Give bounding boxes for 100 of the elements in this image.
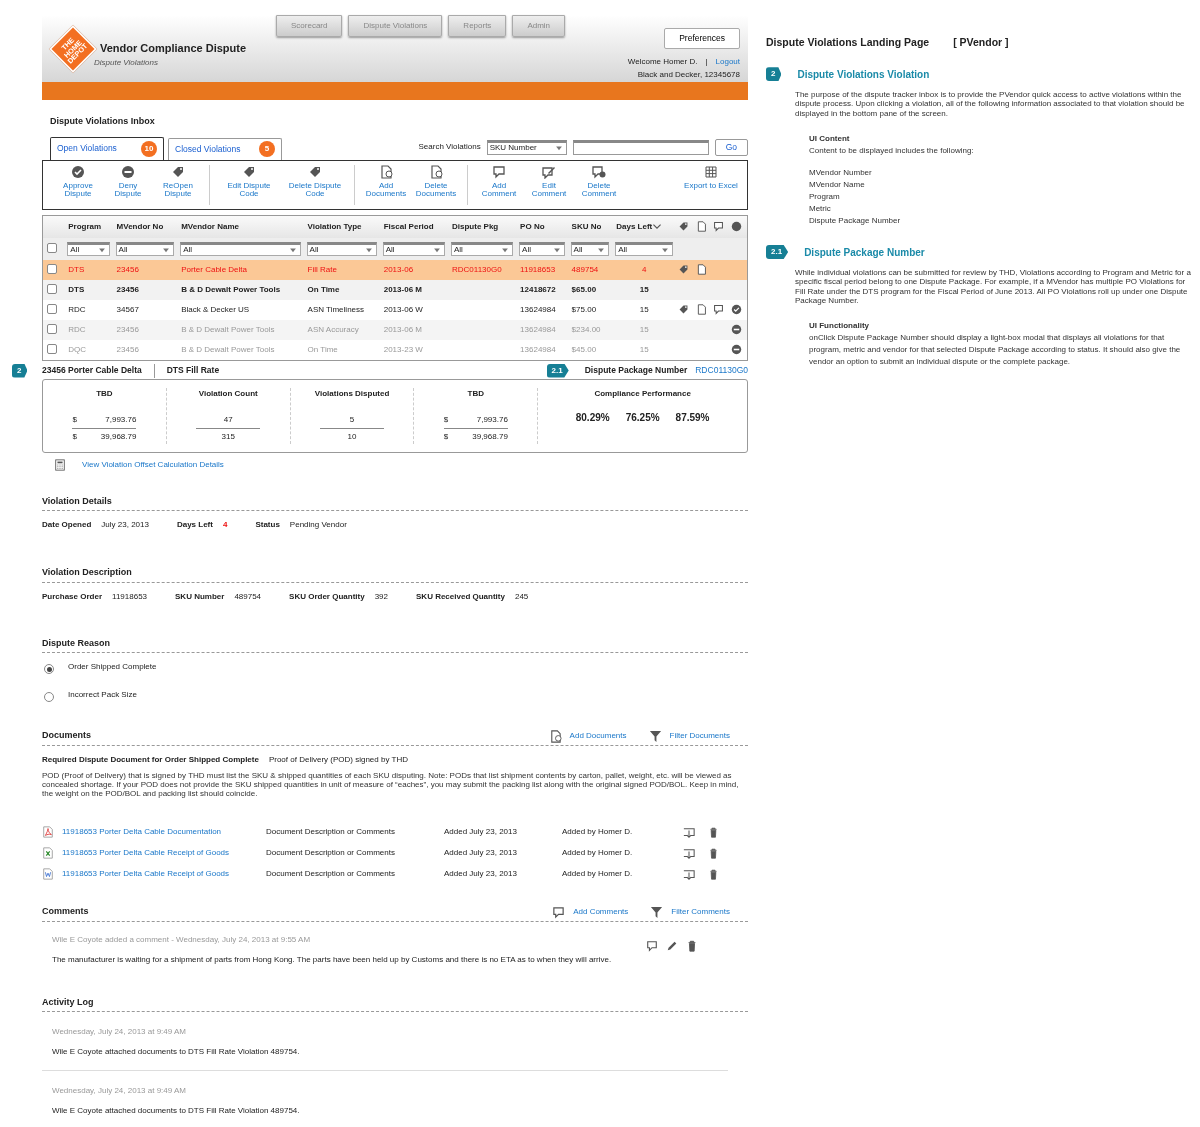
- minus-circle-icon: [121, 164, 135, 179]
- column-header: SKU No: [571, 221, 602, 231]
- nav-tab[interactable]: Reports: [448, 15, 507, 37]
- percentage-value: 76.25%: [625, 410, 660, 425]
- toolbar-button[interactable]: Delete Comment: [576, 164, 622, 205]
- toolbar-button[interactable]: Add Comment: [476, 164, 522, 205]
- table-cell: Fill Rate: [307, 264, 337, 274]
- tag-icon: [678, 220, 690, 232]
- table-cell: DTS: [68, 264, 85, 274]
- marker-badge: 2.1: [766, 245, 789, 260]
- filter-select[interactable]: All: [115, 241, 175, 256]
- filter-icon: [650, 905, 664, 919]
- filter-select[interactable]: All: [519, 241, 565, 256]
- radio-button[interactable]: [44, 692, 54, 702]
- table-cell: 13624984: [520, 344, 556, 354]
- table-cell: $45.00: [571, 344, 597, 354]
- field-value: 245: [514, 591, 529, 601]
- action-link[interactable]: Filter Documents: [648, 729, 730, 743]
- table-cell: DQC: [68, 344, 87, 354]
- document-link[interactable]: 11918653 Porter Delta Cable Receipt of Goods: [62, 847, 260, 860]
- logout-link[interactable]: Logout: [715, 55, 740, 68]
- action-link[interactable]: Add Comments: [552, 905, 629, 919]
- comment-meta: Wile E Coyote added a comment - Wednesday, July 24, 2013 at 9:55 AM: [52, 933, 312, 946]
- comment-icon: [646, 940, 658, 953]
- table-cell: 23456: [116, 324, 139, 334]
- nav-tab[interactable]: Admin: [512, 15, 566, 37]
- comment-pencil-icon: [542, 164, 556, 179]
- note-text: onClick Dispute Package Number should display a light-box modal that displays all violations for that program, metric and vendor for that selected Dispute Package according to status. It should also give the vendor an option to submit an individual dispute or the complete package.: [809, 331, 1182, 368]
- field-label: Days Left: [176, 520, 213, 529]
- column-header: Dispute Pkg: [452, 221, 499, 231]
- comment-icon: [713, 220, 725, 232]
- package-link[interactable]: RDC01130G0: [695, 364, 748, 377]
- section-title: Documents: [42, 729, 91, 742]
- note-paragraph: While individual violations can be submitted for review by THD, Violations according to Program and Metric for a specific fiscal period belong to one Dispute Package. For example, if a MVendor has multiple PO Violations for Fill Rate under the DTS program for the Fiscal Period of June 2013. All PO Violations roll up under one Dispute Package Number.: [795, 267, 1191, 306]
- radio-button[interactable]: [44, 664, 54, 674]
- violations-tab[interactable]: Closed Violations 5: [168, 137, 282, 160]
- toolbar-button[interactable]: Add Documents: [363, 164, 409, 205]
- separator-text: |: [705, 55, 708, 68]
- search-type-select[interactable]: SKU Number: [486, 139, 567, 155]
- column-header: Fiscal Period: [383, 221, 434, 231]
- filter-select[interactable]: All: [615, 241, 674, 256]
- toolbar-button[interactable]: Edit Dispute Code: [218, 164, 280, 205]
- tag-icon: [242, 164, 256, 179]
- column-header: Violation Type: [307, 221, 362, 231]
- document-author: Added by Homer D.: [562, 847, 634, 860]
- calculation-link[interactable]: View Violation Offset Calculation Details: [82, 458, 224, 471]
- toolbar-button[interactable]: Edit Comment: [526, 164, 572, 205]
- checkbox[interactable]: [47, 324, 57, 335]
- summary-value: 7,993.76: [476, 413, 508, 426]
- column-header: Days Left: [616, 221, 653, 231]
- toolbar-button[interactable]: Deny Dispute: [105, 164, 151, 205]
- section-title: Activity Log: [42, 995, 94, 1009]
- nav-tab[interactable]: Scorecard: [276, 15, 343, 37]
- toolbar-button[interactable]: Delete Dispute Code: [284, 164, 346, 205]
- note-paragraph: The purpose of the dispute tracker inbox is to provide the PVendor quick access to active violations within the dispute process. Upon clicking a violation, all of the following information associated to that violation should be displayed in the bottom pane of the screen.: [795, 89, 1186, 119]
- preferences-button[interactable]: Preferences: [664, 28, 740, 49]
- filter-select[interactable]: All: [382, 241, 445, 256]
- filter-select[interactable]: All: [451, 241, 514, 256]
- marker-badge: 2: [766, 67, 782, 82]
- search-field[interactable]: [572, 139, 709, 155]
- app-subtitle: Dispute Violations: [94, 56, 159, 69]
- column-header: MVendor No: [116, 221, 164, 231]
- summary-title: Violation Count: [198, 387, 258, 400]
- document-link[interactable]: 11918653 Porter Delta Cable Documentation: [62, 826, 260, 839]
- filter-select[interactable]: All: [306, 241, 377, 256]
- note-subheading: UI Functionality: [809, 319, 870, 332]
- word-file-icon: [42, 868, 54, 881]
- checkbox[interactable]: [47, 344, 57, 355]
- currency-symbol: $: [72, 430, 77, 443]
- section-title: Comments: [42, 905, 89, 919]
- pdf-file-icon: [42, 826, 54, 839]
- document-link[interactable]: 11918653 Porter Delta Cable Receipt of Goods: [62, 868, 260, 881]
- toolbar-button[interactable]: ReOpen Dispute: [155, 164, 201, 205]
- table-cell: $65.00: [571, 284, 597, 294]
- nav-tab[interactable]: Dispute Violations: [348, 15, 443, 37]
- export-button[interactable]: Export to Excel: [679, 164, 743, 205]
- toolbar-button[interactable]: Approve Dispute: [55, 164, 101, 205]
- note-text: Content to be displayed includes the following:: [809, 144, 975, 157]
- table-cell: 11918653: [520, 264, 556, 274]
- table-cell: DTS: [68, 284, 85, 294]
- action-link[interactable]: Filter Comments: [650, 905, 730, 919]
- action-link[interactable]: Add Documents: [548, 729, 627, 743]
- checkbox[interactable]: [47, 304, 57, 315]
- filter-select[interactable]: All: [180, 241, 301, 256]
- grid-icon: [704, 164, 718, 179]
- toolbar-button[interactable]: Delete Documents: [413, 164, 459, 205]
- filter-select[interactable]: All: [570, 241, 610, 256]
- summary-title: TBD: [467, 387, 485, 400]
- violations-tab[interactable]: Open Violations 10: [50, 136, 164, 160]
- filter-select[interactable]: All: [67, 241, 110, 256]
- checkbox[interactable]: [47, 264, 57, 275]
- table-cell: 13624984: [520, 304, 556, 314]
- list-item: Dispute Package Number: [809, 214, 902, 227]
- go-button[interactable]: Go: [714, 138, 748, 156]
- summary-value: 10: [347, 430, 357, 443]
- checkbox[interactable]: [47, 243, 57, 254]
- section-title: Violation Description: [42, 566, 132, 579]
- checkbox[interactable]: [47, 284, 57, 295]
- table-cell: 2013-06 M: [383, 284, 422, 294]
- table-cell: RDC01130G0: [452, 264, 502, 274]
